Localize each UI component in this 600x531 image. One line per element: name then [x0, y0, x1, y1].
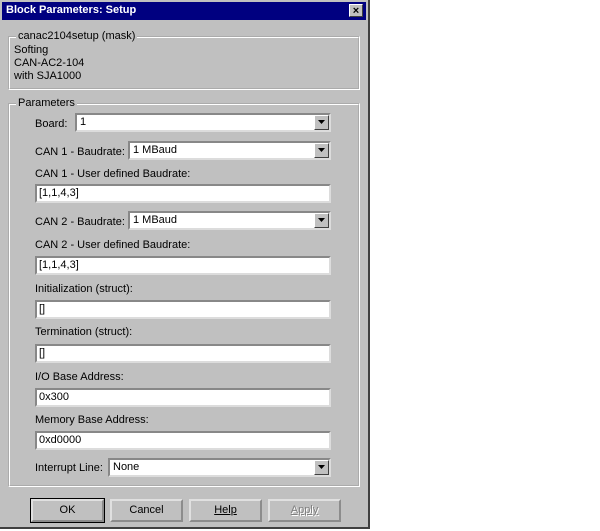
can1-user-baud-label: CAN 1 - User defined Baudrate:	[35, 168, 191, 180]
chevron-down-icon[interactable]	[314, 143, 329, 158]
chevron-down-icon[interactable]	[314, 115, 329, 130]
initialization-label: Initialization (struct):	[35, 283, 133, 295]
can1-baudrate-select[interactable]: 1 MBaud	[128, 141, 331, 160]
board-select[interactable]: 1	[75, 113, 331, 132]
cancel-button[interactable]: Cancel	[110, 499, 183, 522]
help-button[interactable]: Help	[189, 499, 262, 522]
chevron-down-icon[interactable]	[314, 460, 329, 475]
initialization-field[interactable]: []	[35, 300, 331, 319]
mem-base-field[interactable]: 0xd0000	[35, 431, 331, 450]
interrupt-select[interactable]: None	[108, 458, 331, 477]
can2-baudrate-label: CAN 2 - Baudrate:	[35, 216, 125, 228]
can1-user-baud-field[interactable]: [1,1,4,3]	[35, 184, 331, 203]
apply-button[interactable]: Apply	[268, 499, 341, 522]
termination-label: Termination (struct):	[35, 326, 133, 338]
termination-field[interactable]: []	[35, 344, 331, 363]
termination-value: []	[39, 347, 46, 359]
interrupt-value: None	[113, 461, 140, 473]
block-parameters-dialog: Block Parameters: Setup × canac2104setup…	[0, 0, 370, 529]
mask-group-label: canac2104setup (mask)	[16, 30, 138, 42]
parameters-group-label: Parameters	[16, 97, 77, 109]
io-base-value: 0x300	[39, 391, 69, 403]
can1-baudrate-label: CAN 1 - Baudrate:	[35, 146, 125, 158]
initialization-value: []	[39, 303, 46, 315]
ok-button[interactable]: OK	[30, 498, 105, 523]
description-line: CAN-AC2-104	[14, 57, 85, 69]
mem-base-value: 0xd0000	[39, 434, 82, 446]
description-line: with SJA1000	[14, 70, 82, 82]
board-value: 1	[80, 116, 87, 128]
parameters-group: Parameters	[8, 97, 360, 487]
can2-baudrate-value: 1 MBaud	[133, 214, 178, 226]
can2-user-baud-label: CAN 2 - User defined Baudrate:	[35, 239, 191, 251]
board-label: Board:	[35, 118, 68, 130]
can1-baudrate-value: 1 MBaud	[133, 144, 178, 156]
can2-user-baud-value: [1,1,4,3]	[39, 259, 79, 271]
can1-user-baud-value: [1,1,4,3]	[39, 187, 79, 199]
title-bar[interactable]: Block Parameters: Setup ×	[2, 2, 366, 20]
interrupt-label: Interrupt Line:	[35, 462, 103, 474]
mem-base-label: Memory Base Address:	[35, 414, 149, 426]
can2-baudrate-select[interactable]: 1 MBaud	[128, 211, 331, 230]
io-base-label: I/O Base Address:	[35, 371, 124, 383]
window-title: Block Parameters: Setup	[6, 4, 137, 16]
io-base-field[interactable]: 0x300	[35, 388, 331, 407]
close-icon[interactable]: ×	[349, 4, 363, 17]
description-line: Softing	[14, 44, 49, 56]
can2-user-baud-field[interactable]: [1,1,4,3]	[35, 256, 331, 275]
chevron-down-icon[interactable]	[314, 213, 329, 228]
mask-description: Softing CAN-AC2-104 with SJA1000	[14, 44, 84, 83]
